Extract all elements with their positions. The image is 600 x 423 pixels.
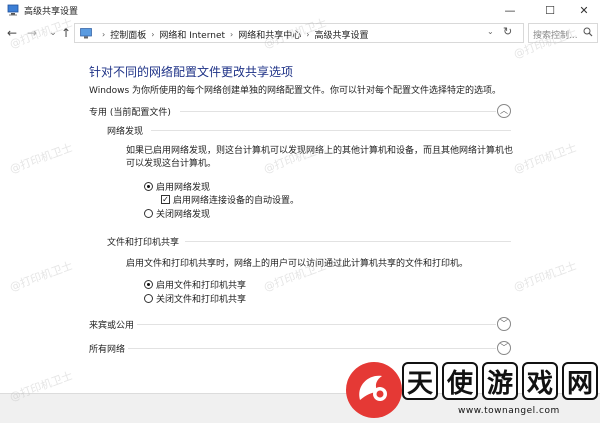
network-discovery-text-line: 可以发现这台计算机。 (126, 159, 217, 169)
auto-setup-option[interactable]: ✓ 启用网络连接设备的自动设置。 (161, 193, 299, 206)
file-sharing-off-option[interactable]: 关闭文件和打印机共享 (144, 292, 246, 305)
network-discovery-on-label[interactable]: 启用网络发现 (156, 180, 210, 193)
logo-emblem-icon (346, 362, 402, 418)
address-bar[interactable]: › 控制面板 › 网络和 Internet › 网络和共享中心 › 高级共享设置… (74, 23, 524, 43)
section-guest-label[interactable]: 来宾或公用 (89, 318, 134, 331)
up-arrow-icon[interactable]: ↑ (59, 26, 73, 40)
radio-selected[interactable] (144, 182, 153, 191)
breadcrumb-separator: › (230, 30, 234, 39)
breadcrumb-network-internet[interactable]: 网络和 Internet (159, 28, 225, 41)
page-description: Windows 为你所使用的每个网络创建单独的网络配置文件。你可以针对每个配置文… (89, 86, 502, 96)
site-logo: 天 使 游 戏 网 www.townangel.com (346, 362, 598, 420)
chevron-down-icon[interactable]: ﹀ (497, 341, 511, 355)
maximize-button[interactable]: ☐ (532, 0, 568, 20)
logo-wordmark: 天 使 游 戏 网 (402, 362, 600, 400)
radio-unselected[interactable] (144, 209, 153, 218)
section-all-networks-label[interactable]: 所有网络 (89, 342, 125, 355)
network-discovery-text-line: 如果已启用网络发现，则这台计算机可以发现网络上的其他计算机和设备，而且其他网络计… (126, 146, 514, 156)
file-sharing-on-label[interactable]: 启用文件和打印机共享 (156, 278, 246, 291)
logo-char: 游 (482, 362, 518, 400)
logo-char: 使 (442, 362, 478, 400)
navigation-bar: ← → ⌄ ↑ › 控制面板 › 网络和 Internet › 网络和共享中心 … (0, 20, 600, 48)
breadcrumb-control-panel[interactable]: 控制面板 (110, 28, 146, 41)
page-title: 针对不同的网络配置文件更改共享选项 (89, 65, 294, 79)
logo-char: 戏 (522, 362, 558, 400)
title-bar: 高级共享设置 — ☐ ✕ (0, 0, 600, 20)
chevron-down-icon[interactable]: ﹀ (497, 317, 511, 331)
subsection-divider (151, 130, 511, 131)
breadcrumb-separator: › (102, 30, 106, 39)
file-sharing-off-label[interactable]: 关闭文件和打印机共享 (156, 292, 246, 305)
minimize-button[interactable]: — (492, 0, 528, 20)
network-discovery-heading: 网络发现 (107, 127, 144, 137)
section-divider (180, 111, 496, 112)
main-content: 针对不同的网络配置文件更改共享选项 Windows 为你所使用的每个网络创建单独… (0, 48, 600, 393)
subsection-divider (185, 241, 511, 242)
refresh-icon[interactable]: ↻ (503, 25, 512, 38)
radio-unselected[interactable] (144, 294, 153, 303)
breadcrumb-sharing-center[interactable]: 网络和共享中心 (238, 28, 301, 41)
breadcrumb: › 控制面板 › 网络和 Internet › 网络和共享中心 › 高级共享设置 (97, 28, 368, 41)
search-placeholder: 搜索控制... (533, 31, 578, 41)
search-icon[interactable] (583, 27, 593, 37)
breadcrumb-advanced-sharing[interactable]: 高级共享设置 (314, 28, 368, 41)
control-panel-icon (80, 28, 92, 39)
network-discovery-text: 如果已启用网络发现，则这台计算机可以发现网络上的其他计算机和设备，而且其他网络计… (126, 145, 513, 171)
back-arrow-icon[interactable]: ← (5, 26, 19, 40)
window-title: 高级共享设置 (24, 7, 79, 17)
section-divider (137, 324, 496, 325)
auto-setup-label[interactable]: 启用网络连接设备的自动设置。 (173, 193, 299, 206)
file-sharing-heading: 文件和打印机共享 (107, 238, 180, 248)
network-discovery-on-option[interactable]: 启用网络发现 (144, 180, 210, 193)
forward-arrow-icon[interactable]: → (25, 26, 39, 40)
address-dropdown-icon[interactable]: ⌄ (487, 27, 494, 36)
file-sharing-text: 启用文件和打印机共享时，网络上的用户可以访问通过此计算机共享的文件和打印机。 (126, 259, 469, 269)
network-discovery-off-label[interactable]: 关闭网络发现 (156, 207, 210, 220)
chevron-up-icon[interactable]: ︿ (497, 104, 511, 118)
breadcrumb-separator: › (306, 30, 310, 39)
close-button[interactable]: ✕ (566, 0, 600, 20)
network-icon (7, 4, 19, 16)
checkbox-checked[interactable]: ✓ (161, 195, 170, 204)
logo-url: www.townangel.com (458, 406, 560, 416)
logo-char: 天 (402, 362, 438, 400)
breadcrumb-separator: › (151, 30, 155, 39)
recent-locations-icon[interactable]: ⌄ (46, 26, 60, 40)
search-input[interactable]: 搜索控制... (528, 23, 598, 43)
logo-char: 网 (562, 362, 598, 400)
file-sharing-on-option[interactable]: 启用文件和打印机共享 (144, 278, 246, 291)
network-discovery-off-option[interactable]: 关闭网络发现 (144, 207, 210, 220)
section-divider (128, 348, 496, 349)
radio-selected[interactable] (144, 280, 153, 289)
section-private-label[interactable]: 专用 (当前配置文件) (89, 105, 171, 118)
